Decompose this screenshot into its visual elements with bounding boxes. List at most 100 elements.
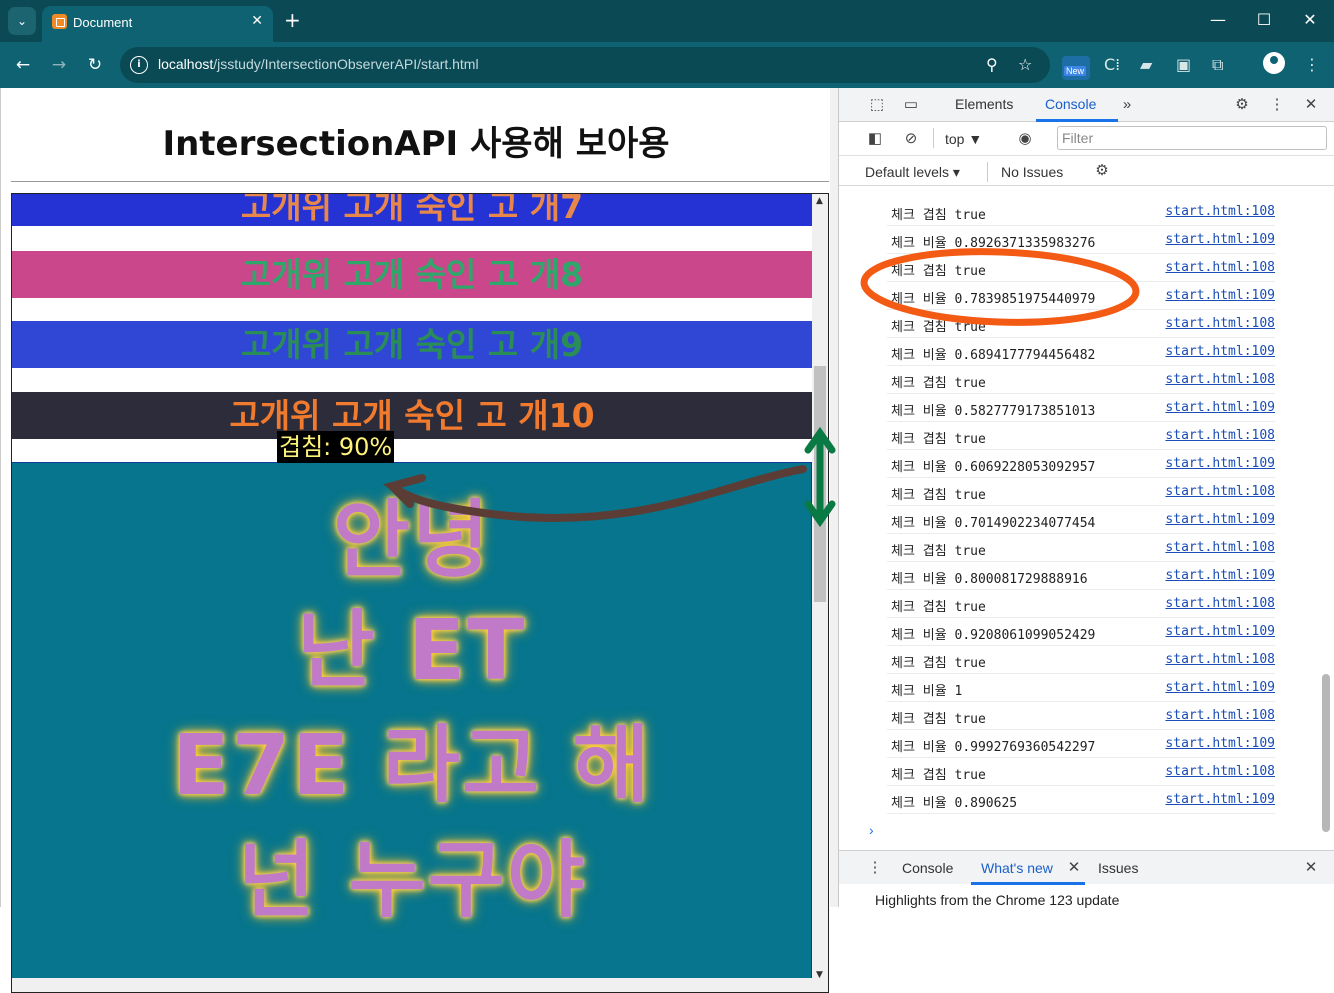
xampp-favicon-icon [52, 14, 67, 29]
back-button[interactable]: ← [10, 52, 36, 78]
container-horizontal-scrollbar[interactable] [12, 978, 812, 992]
bookmark-star-icon[interactable]: ☆ [1018, 55, 1032, 74]
target-text-line-3: E7E 라고 해 [172, 716, 652, 814]
log-message: 체크 비율 0.5827779173851013 [891, 404, 1096, 419]
container-vertical-scrollbar[interactable]: ▲ ▼ [812, 194, 828, 992]
log-message: 체크 비율 0.9992769360542297 [891, 740, 1096, 755]
extension-image-icon[interactable]: ▣ [1176, 54, 1191, 76]
target-text-line-4: 넌 누구야 [237, 831, 587, 929]
issues-counter[interactable]: No Issues [1001, 164, 1063, 180]
inspect-element-icon[interactable]: ⬚ [867, 96, 887, 114]
log-source-link[interactable]: start.html:108 [1165, 540, 1275, 555]
scroll-down-arrow-icon[interactable]: ▼ [816, 970, 823, 980]
log-message: 체크 겹침 true [891, 712, 986, 727]
drawer-tab-bar: ⋮ Console What's new ✕ Issues ✕ [839, 850, 1334, 885]
new-tab-button[interactable]: + [284, 9, 301, 31]
minimize-button[interactable]: — [1208, 10, 1228, 30]
profile-avatar-icon[interactable] [1263, 52, 1285, 74]
observed-target-box: 안녕 난 ET E7E 라고 해 넌 누구야 [12, 462, 812, 992]
url-text[interactable]: localhost/jsstudy/IntersectionObserverAP… [158, 56, 479, 72]
reload-button[interactable]: ↻ [82, 52, 108, 78]
console-log-row: 체크 비율 0.6894177794456482 start.html:109 [887, 338, 1275, 366]
log-source-link[interactable]: start.html:109 [1165, 568, 1275, 583]
log-message: 체크 겹침 true [891, 544, 986, 559]
extension-flag-icon[interactable]: ▰ [1140, 54, 1152, 76]
item-box-8: 고개위 고개 숙인 고 개8 [12, 251, 812, 298]
log-message: 체크 겹침 true [891, 768, 986, 783]
drawer-tab-close-icon[interactable]: ✕ [1064, 859, 1084, 877]
scroll-container[interactable]: 고개위 고개 숙인 고 개7 고개위 고개 숙인 고 개8 고개위 고개 숙인 … [11, 193, 829, 993]
device-toolbar-icon[interactable]: ▭ [901, 96, 921, 114]
window-close-button[interactable]: ✕ [1300, 10, 1320, 30]
log-levels-dropdown[interactable]: Default levels ▾ [865, 164, 960, 181]
log-source-link[interactable]: start.html:108 [1165, 708, 1275, 723]
more-tabs-chevron-icon[interactable]: » [1117, 96, 1137, 114]
log-source-link[interactable]: start.html:108 [1165, 428, 1275, 443]
container-scroll-thumb[interactable] [814, 366, 826, 602]
log-source-link[interactable]: start.html:109 [1165, 456, 1275, 471]
tab-close-icon[interactable]: ✕ [251, 13, 263, 29]
log-source-link[interactable]: start.html:108 [1165, 652, 1275, 667]
sidebar-toggle-icon[interactable]: ◧ [865, 130, 885, 148]
console-settings-gear-icon[interactable]: ⚙ [1092, 162, 1112, 180]
log-source-link[interactable]: start.html:109 [1165, 512, 1275, 527]
log-source-link[interactable]: start.html:108 [1165, 204, 1275, 219]
extensions-puzzle-icon[interactable]: ⧉ [1212, 54, 1223, 76]
drawer-tab-whats-new[interactable]: What's new [981, 860, 1053, 876]
browser-tab[interactable]: Document ✕ [42, 6, 273, 42]
tab-elements[interactable]: Elements [955, 96, 1013, 112]
drawer-tab-issues[interactable]: Issues [1098, 860, 1138, 876]
log-source-link[interactable]: start.html:108 [1165, 316, 1275, 331]
maximize-button[interactable]: ☐ [1254, 10, 1274, 30]
address-bar[interactable]: i localhost/jsstudy/IntersectionObserver… [120, 47, 1050, 83]
drawer-menu-icon[interactable]: ⋮ [865, 859, 885, 877]
tab-console[interactable]: Console [1045, 96, 1096, 112]
log-source-link[interactable]: start.html:108 [1165, 596, 1275, 611]
devtools-menu-icon[interactable]: ⋮ [1267, 96, 1287, 114]
log-source-link[interactable]: start.html:108 [1165, 484, 1275, 499]
log-source-link[interactable]: start.html:109 [1165, 400, 1275, 415]
target-text-line-2: 난 ET [297, 601, 527, 699]
tab-search-button[interactable]: ⌄ [8, 7, 36, 35]
drawer-close-icon[interactable]: ✕ [1301, 859, 1321, 877]
drawer-active-indicator [971, 882, 1085, 885]
log-source-link[interactable]: start.html:108 [1165, 372, 1275, 387]
settings-gear-icon[interactable]: ⚙ [1232, 96, 1252, 114]
console-log-row: 체크 겹침 true start.html:108 [887, 198, 1275, 226]
console-log-row: 체크 비율 0.6069228053092957 start.html:109 [887, 450, 1275, 478]
console-scrollbar[interactable] [1320, 188, 1330, 848]
forward-button[interactable]: → [46, 52, 72, 78]
console-log-row: 체크 겹침 true start.html:108 [887, 758, 1275, 786]
console-log-row: 체크 비율 1 start.html:109 [887, 674, 1275, 702]
scroll-up-arrow-icon[interactable]: ▲ [816, 196, 823, 206]
log-source-link[interactable]: start.html:108 [1165, 260, 1275, 275]
whats-new-heading: Highlights from the Chrome 123 update [875, 892, 1120, 908]
live-expression-eye-icon[interactable]: ◉ [1015, 130, 1035, 148]
log-source-link[interactable]: start.html:109 [1165, 288, 1275, 303]
console-filter-input[interactable]: Filter [1057, 126, 1327, 150]
log-message: 체크 겹침 true [891, 208, 986, 223]
log-source-link[interactable]: start.html:109 [1165, 232, 1275, 247]
log-source-link[interactable]: start.html:109 [1165, 624, 1275, 639]
log-message: 체크 겹침 true [891, 656, 986, 671]
console-prompt-chevron-icon[interactable]: › [869, 822, 874, 838]
console-log-row: 체크 비율 0.7014902234077454 start.html:109 [887, 506, 1275, 534]
log-message: 체크 겹침 true [891, 376, 986, 391]
log-source-link[interactable]: start.html:109 [1165, 736, 1275, 751]
log-source-link[interactable]: start.html:109 [1165, 344, 1275, 359]
zoom-icon[interactable]: ⚲ [986, 55, 998, 74]
devtools-close-icon[interactable]: ✕ [1301, 96, 1321, 114]
console-log-row: 체크 겹침 true start.html:108 [887, 590, 1275, 618]
log-source-link[interactable]: start.html:108 [1165, 764, 1275, 779]
site-info-icon[interactable]: i [130, 56, 148, 74]
chrome-menu-icon[interactable]: ⋮ [1304, 54, 1320, 76]
context-selector[interactable]: top ▼ [945, 131, 982, 147]
log-source-link[interactable]: start.html:109 [1165, 792, 1275, 807]
log-source-link[interactable]: start.html:109 [1165, 680, 1275, 695]
log-message: 체크 비율 0.8926371335983276 [891, 236, 1096, 251]
clear-console-icon[interactable]: ⊘ [901, 130, 921, 148]
drawer-tab-console[interactable]: Console [902, 860, 953, 876]
console-scroll-thumb[interactable] [1322, 674, 1330, 832]
extension-c-icon[interactable]: C⁞ [1104, 54, 1120, 76]
console-log-row: 체크 겹침 true start.html:108 [887, 422, 1275, 450]
